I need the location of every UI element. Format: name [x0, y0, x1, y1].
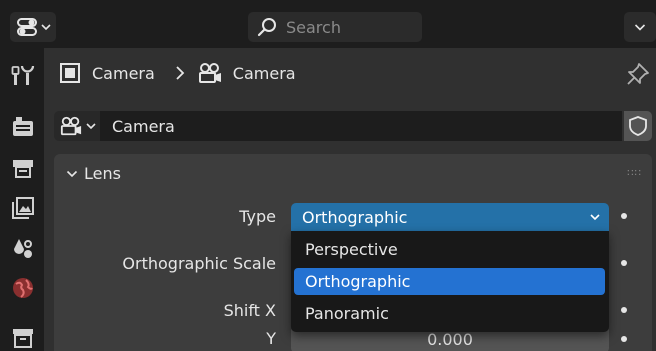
tool-icon — [11, 65, 35, 85]
breadcrumb-object[interactable]: Camera — [92, 64, 155, 83]
animate-property-dot[interactable] — [621, 213, 627, 219]
editor-type-button[interactable] — [10, 12, 56, 42]
animate-property-dot[interactable] — [621, 307, 627, 313]
type-dropdown-menu: Perspective Orthographic Panoramic — [291, 231, 609, 332]
scene-icon — [14, 239, 32, 258]
search-input[interactable]: Search — [248, 12, 422, 42]
tab-render[interactable] — [6, 110, 40, 144]
chevron-down-icon — [86, 123, 96, 130]
object-icon — [60, 63, 80, 83]
chevron-down-icon — [590, 214, 600, 221]
chevron-right-icon — [176, 66, 185, 80]
shield-icon — [629, 116, 647, 136]
render-icon — [13, 117, 33, 136]
menu-item-label: Panoramic — [305, 304, 389, 323]
pin-icon — [627, 63, 649, 85]
properties-tab-bar — [0, 48, 44, 351]
tab-collection[interactable] — [6, 320, 40, 351]
chevron-down-icon — [40, 24, 51, 31]
chevron-down-icon — [66, 170, 78, 177]
panel-title: Lens — [84, 164, 121, 183]
world-icon — [13, 278, 33, 298]
shift-x-label: Shift X — [223, 301, 276, 320]
lens-panel-header[interactable]: Lens — [66, 164, 121, 183]
search-icon — [257, 18, 276, 37]
tab-view-layer[interactable] — [6, 191, 40, 225]
tab-tool[interactable] — [6, 58, 40, 92]
animate-property-dot[interactable] — [621, 260, 627, 266]
menu-item-perspective[interactable]: Perspective — [294, 236, 605, 263]
shift-y-label: Y — [266, 329, 276, 348]
camera-datablock-selector: Camera — [54, 111, 652, 141]
datablock-browse-button[interactable] — [54, 111, 100, 141]
breadcrumb: Camera Camera — [58, 58, 296, 88]
type-select[interactable]: Orthographic — [291, 203, 609, 231]
ortho-scale-label: Orthographic Scale — [122, 254, 276, 273]
menu-item-orthographic[interactable]: Orthographic — [294, 268, 605, 295]
search-placeholder: Search — [286, 17, 341, 37]
output-icon — [13, 160, 33, 178]
tab-output[interactable] — [6, 150, 40, 184]
collection-icon — [13, 329, 33, 348]
datablock-name-field[interactable]: Camera — [100, 111, 622, 141]
drag-handle-icon[interactable]: ∷∷ — [627, 168, 642, 179]
options-dropdown[interactable] — [624, 12, 656, 42]
chevron-down-icon — [634, 24, 646, 31]
properties-editor-icon — [16, 18, 37, 36]
tab-world[interactable] — [6, 271, 40, 305]
menu-item-panoramic[interactable]: Panoramic — [294, 300, 605, 327]
properties-header: Search — [0, 0, 656, 48]
menu-item-label: Perspective — [305, 240, 398, 259]
camera-data-icon — [198, 63, 221, 83]
breadcrumb-data[interactable]: Camera — [233, 64, 296, 83]
shift-y-value: 0.000 — [427, 329, 473, 349]
fake-user-button[interactable] — [624, 111, 652, 141]
tab-scene[interactable] — [6, 231, 40, 265]
type-select-value: Orthographic — [302, 207, 408, 227]
pin-button[interactable] — [626, 62, 650, 90]
animate-property-dot[interactable] — [621, 336, 627, 342]
camera-data-icon — [60, 116, 82, 136]
image-icon — [12, 197, 34, 219]
menu-item-label: Orthographic — [305, 272, 411, 291]
type-label: Type — [239, 207, 276, 226]
